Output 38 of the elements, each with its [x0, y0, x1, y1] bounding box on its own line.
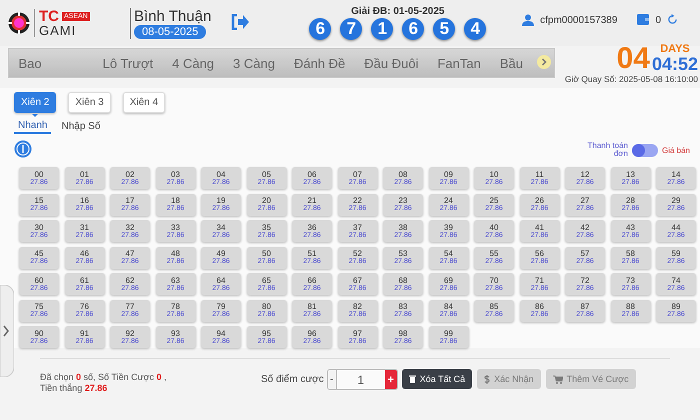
result-ball: 4 [464, 18, 486, 40]
countdown-days: 04 [616, 45, 650, 73]
sub-tab[interactable]: Xiên 3 [68, 92, 111, 113]
result-ball: 5 [433, 18, 456, 40]
info-icon[interactable] [14, 140, 32, 158]
bet-summary: Đã chọn 0 số, Số Tiền Cược 0 , Tiền thắng 27.86 [40, 372, 168, 394]
mode-tab[interactable]: Nhanh [14, 119, 52, 134]
result-ball: 7 [340, 18, 362, 40]
username: cfpm0000157389 [540, 14, 618, 28]
draw-result-label: Giải ĐB: 01-05-2025 [351, 6, 444, 17]
result-ball: 6 [402, 18, 424, 40]
cart-icon [552, 374, 563, 384]
mode-tab[interactable]: Nhập Số [59, 119, 102, 134]
countdown-time: 04:52 [652, 55, 698, 73]
chip-logo-icon [8, 12, 30, 34]
logout-icon[interactable] [231, 14, 250, 30]
dollar-icon [484, 374, 490, 384]
province-name: Bình Thuận [134, 8, 212, 24]
refresh-icon[interactable] [667, 14, 678, 25]
toggle-label: Giá bán [662, 146, 690, 154]
stake-label: Số điểm cược [261, 374, 324, 385]
wallet-icon [637, 14, 650, 25]
result-ball: 6 [309, 18, 332, 40]
price-toggle[interactable] [632, 144, 658, 156]
days-label: DAYS [660, 44, 690, 55]
sub-tab[interactable]: Xiên 4 [122, 92, 166, 113]
logo-text: TC [39, 9, 59, 24]
delete-button[interactable]: Xóa Tất Cả [402, 369, 472, 389]
balance: 0 [655, 14, 661, 28]
toggle-label: Thanh toán đơn [586, 142, 628, 158]
user-icon [522, 14, 534, 26]
trash-icon [408, 375, 416, 383]
side-handle-tab[interactable] [0, 285, 14, 377]
chevron-right-icon[interactable] [537, 54, 551, 68]
logo-subtext: GAMI [39, 24, 78, 37]
date-pill: 08-05-2025 [134, 24, 206, 38]
result-ball: 1 [371, 18, 394, 40]
draw-time: Giờ Quay Số: 2025-05-08 16:10:00 [564, 74, 698, 84]
